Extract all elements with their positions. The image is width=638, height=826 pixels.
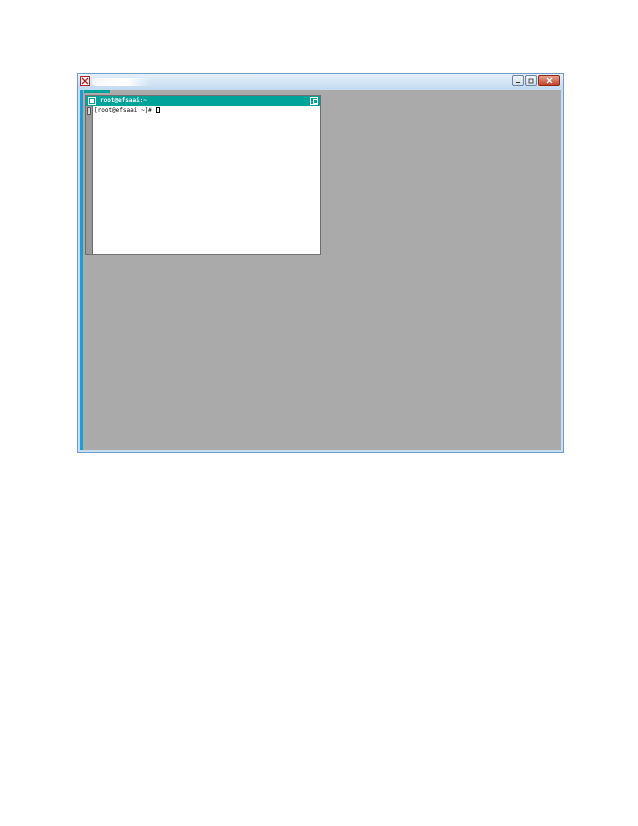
window-title [92,78,150,86]
terminal-scrollbar[interactable] [86,106,93,254]
shell-prompt: [root@efsaai ~]# [94,107,156,114]
taskbar-tab [84,90,110,93]
terminal-output[interactable]: [root@efsaai ~]# [94,107,161,115]
terminal-area[interactable]: [root@efsaai ~]# [86,106,320,254]
minimize-icon [516,81,520,83]
xterm-title: root@efsaai:~ [100,97,147,104]
maximize-button[interactable] [525,75,537,86]
x-display-area[interactable]: root@efsaai:~ [root@efsaai ~]# [80,90,561,450]
close-button[interactable] [538,75,560,86]
x-server-window[interactable]: root@efsaai:~ [root@efsaai ~]# [77,73,564,453]
text-cursor [156,107,161,113]
scrollbar-thumb[interactable] [87,107,91,115]
close-icon [546,77,552,84]
maximize-icon[interactable] [310,97,318,105]
minimize-button[interactable] [512,75,524,86]
window-menu-icon[interactable] [88,97,96,105]
maximize-icon [528,78,534,83]
xterm-window[interactable]: root@efsaai:~ [root@efsaai ~]# [85,95,321,255]
page: root@efsaai:~ [root@efsaai ~]# [0,0,638,826]
window-controls [512,75,560,86]
window-edge-strip [80,90,83,450]
xterm-titlebar[interactable]: root@efsaai:~ [86,96,320,106]
window-titlebar[interactable] [78,74,563,90]
x-logo-icon[interactable] [80,76,90,86]
